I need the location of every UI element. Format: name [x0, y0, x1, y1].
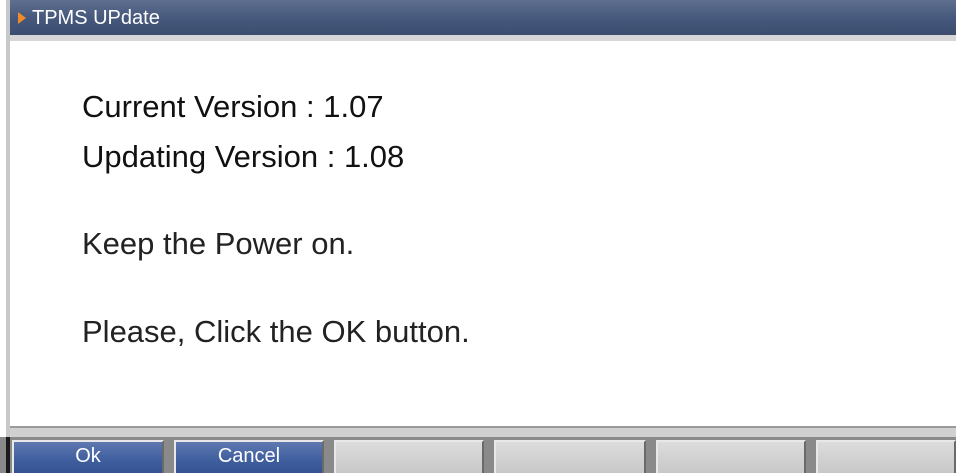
- current-version-text: Current Version : 1.07: [82, 89, 384, 124]
- triangle-arrow-icon: [18, 12, 26, 24]
- title-bar: TPMS UPdate: [10, 0, 956, 41]
- dialog-window: TPMS UPdate Current Version : 1.07 Updat…: [6, 0, 956, 437]
- left-edge-marker: [6, 437, 10, 473]
- window-title: TPMS UPdate: [32, 7, 160, 29]
- cancel-button[interactable]: Cancel: [174, 440, 324, 473]
- empty-function-button-6: [816, 440, 956, 473]
- click-ok-message: Please, Click the OK button.: [82, 314, 470, 349]
- content-divider: [10, 426, 956, 437]
- empty-function-button-3: [334, 440, 484, 473]
- empty-function-button-4: [494, 440, 646, 473]
- dialog-content: Current Version : 1.07 Updating Version …: [10, 41, 956, 426]
- power-message: Keep the Power on.: [82, 226, 355, 261]
- empty-function-button-5: [656, 440, 806, 473]
- updating-version-text: Updating Version : 1.08: [82, 139, 405, 174]
- ok-button[interactable]: Ok: [12, 440, 164, 473]
- function-button-bar: Ok Cancel: [0, 437, 956, 473]
